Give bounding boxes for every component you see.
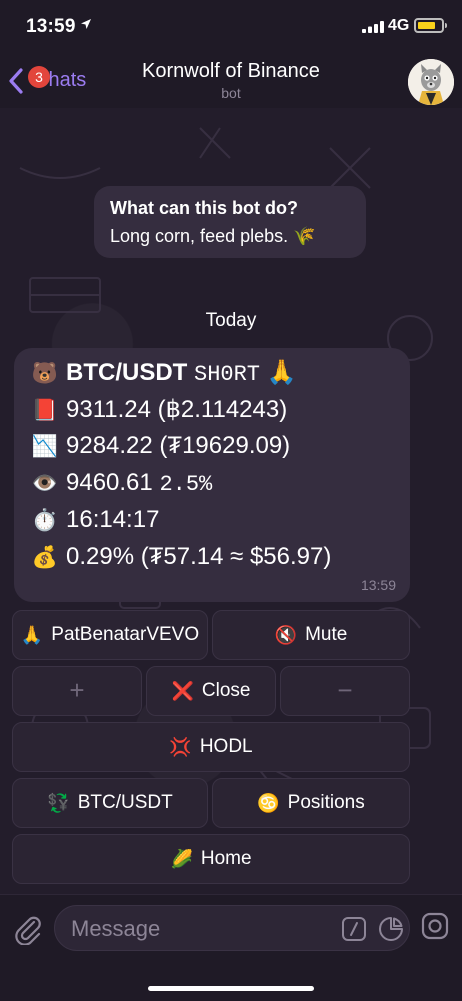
message-line-profit: 💰 0.29% (₮57.14 ≈ $56.97) (30, 543, 331, 571)
chat-title[interactable]: Kornwolf of Binance (100, 60, 362, 83)
kb-label: Mute (305, 624, 348, 645)
kb-button-pair[interactable]: 💱 BTC/USDT (12, 778, 208, 828)
kb-label: Close (201, 680, 251, 701)
chevron-left-icon (9, 68, 23, 94)
signal-icon (362, 21, 384, 33)
trade-side: SH0RT (194, 362, 261, 387)
wolf-avatar-icon (408, 59, 454, 105)
entry-value: 9311.24 (฿2.114243) (66, 396, 288, 423)
message-line-stop: 👁️ 9460.61 2.5% (30, 469, 212, 497)
message-composer (0, 894, 462, 1001)
mute-speaker-icon: 🔇 (274, 625, 298, 645)
kb-label: Home (200, 848, 252, 869)
cross-mark-icon: ❌ (171, 681, 194, 701)
corn-icon: 🌽 (170, 849, 193, 869)
message-input-wrapper (54, 905, 410, 951)
status-bar: 13:59 4G (0, 0, 462, 52)
kb-button-patbenatar[interactable]: 🙏 PatBenatarVEVO (12, 610, 208, 660)
pray-icon: 🙏 (266, 359, 297, 386)
elapsed-time: 16:14:17 (66, 506, 160, 533)
plus-icon: + (69, 675, 85, 705)
cancer-sign-icon: ♋ (257, 793, 280, 813)
bot-avatar[interactable] (408, 59, 454, 105)
back-button[interactable]: Chats 3 (8, 62, 98, 98)
camera-icon[interactable] (420, 911, 450, 941)
date-separator: Today (205, 310, 257, 331)
message-line-current: 📉 9284.22 (₮19629.09) (30, 432, 290, 460)
money-bag-icon: 💰 (31, 546, 59, 569)
unread-badge: 3 (28, 66, 50, 88)
paperclip-icon[interactable] (12, 913, 42, 945)
chart-down-icon: 📉 (31, 435, 59, 458)
bot-info-heading: What can this bot do? (110, 198, 298, 218)
message-line-time: ⏱️ 16:14:17 (30, 506, 160, 534)
status-time: 13:59 (26, 16, 76, 37)
kb-button-home[interactable]: 🌽 Home (12, 834, 410, 884)
location-arrow-icon (81, 19, 91, 29)
message-line-pair: 🐻 BTC/USDT SH0RT 🙏 (30, 358, 297, 387)
chat-header: Chats 3 Kornwolf of Binance bot (0, 52, 462, 109)
minus-icon: − (337, 675, 353, 705)
bear-icon: 🐻 (31, 362, 59, 385)
battery-fill (418, 22, 435, 29)
bot-command-icon[interactable] (341, 916, 367, 942)
message-bubble[interactable]: 🐻 BTC/USDT SH0RT 🙏 📕 9311.24 (฿2.114243) 📉… (14, 348, 410, 602)
kb-button-mute[interactable]: 🔇 Mute (212, 610, 410, 660)
message-line-entry: 📕 9311.24 (฿2.114243) (30, 395, 287, 424)
anger-icon: 💢 (169, 737, 192, 757)
chat-subtitle: bot (221, 85, 241, 101)
red-book-icon: 📕 (31, 399, 59, 422)
sticker-icon[interactable] (377, 915, 405, 943)
trade-pair: BTC/USDT (66, 359, 188, 386)
current-value: 9284.22 (₮19629.09) (66, 432, 291, 459)
message-timestamp: 13:59 (360, 577, 396, 593)
kb-label: PatBenatarVEVO (51, 624, 200, 645)
kb-button-minus[interactable]: − (280, 666, 410, 716)
stopwatch-icon: ⏱️ (31, 509, 59, 532)
stop-percent: 2.5% (159, 472, 213, 497)
kb-label: HODL (199, 736, 253, 757)
currency-exchange-icon: 💱 (47, 793, 70, 813)
eye-icon: 👁️ (31, 472, 59, 495)
kb-button-hodl[interactable]: 💢 HODL (12, 722, 410, 772)
bot-info-text: Long corn, feed plebs. 🌾 (110, 226, 316, 246)
profit-value: 0.29% (₮57.14 ≈ $56.97) (66, 543, 332, 570)
bot-info-card: What can this bot do? Long corn, feed pl… (94, 186, 366, 258)
kb-label: BTC/USDT (77, 792, 173, 813)
message-input[interactable] (69, 914, 323, 944)
kb-button-positions[interactable]: ♋ Positions (212, 778, 410, 828)
stop-value: 9460.61 (66, 469, 153, 496)
battery-icon (414, 18, 447, 33)
kb-button-plus[interactable]: + (12, 666, 142, 716)
kb-label: Positions (287, 792, 365, 813)
home-indicator[interactable] (148, 986, 314, 991)
network-type: 4G (388, 17, 410, 34)
kb-button-close[interactable]: ❌ Close (146, 666, 276, 716)
pray-icon: 🙏 (20, 625, 44, 645)
